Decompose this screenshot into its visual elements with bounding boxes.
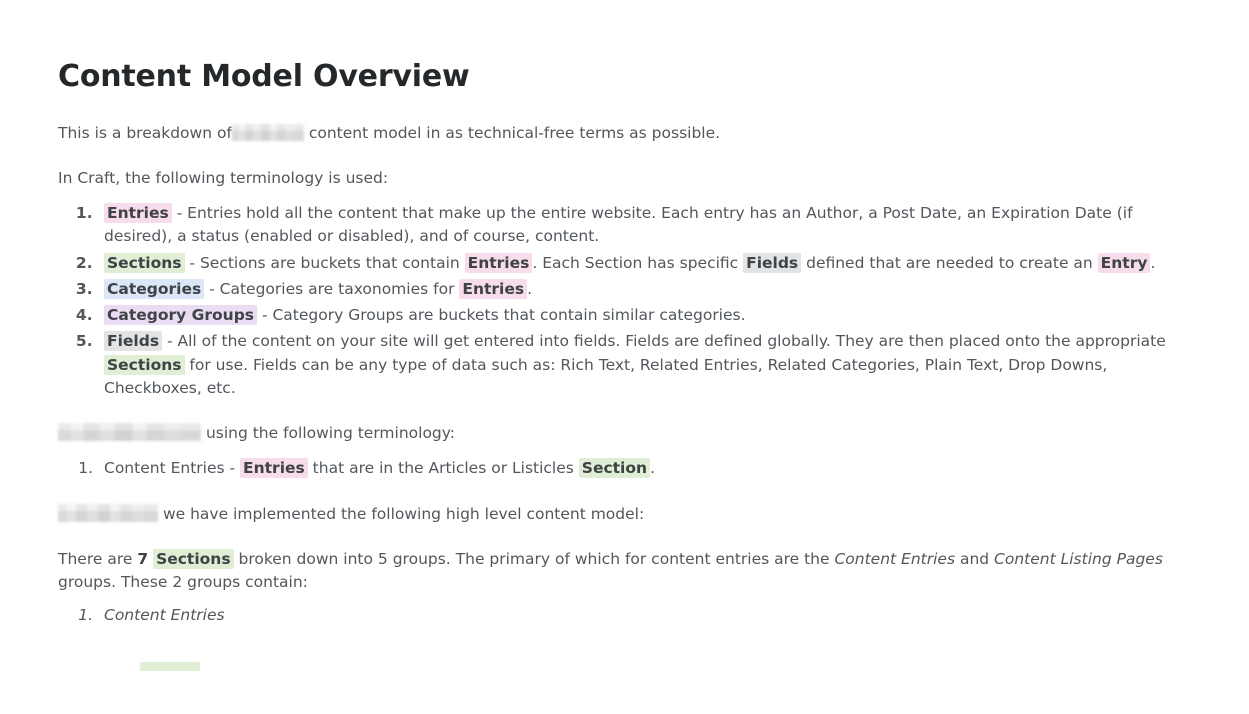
implementation-lead-in-text: we have implemented the following high l… <box>162 504 645 523</box>
site-terminology-lead-in-text: using the following terminology: <box>205 424 456 442</box>
inline-text: Content Entries - <box>104 459 241 478</box>
inline-highlight-entry: Entry <box>1097 252 1151 273</box>
terminology-term-sections: Sections <box>104 252 185 273</box>
document-page: Content Model Overview This is a breakdo… <box>0 0 1249 714</box>
inline-text: . <box>650 459 655 478</box>
group-name-content-listing-pages: Content Listing Pages <box>994 549 1163 568</box>
inline-highlight-entries: Entries <box>459 278 528 299</box>
page-title: Content Model Overview <box>58 59 470 94</box>
inline-text: . <box>1150 253 1156 272</box>
terminology-item: Category Groups - Category Groups are bu… <box>98 304 1205 327</box>
terminology-term-entries: Entries <box>104 203 172 223</box>
terminology-item: Fields - All of the content on your site… <box>98 330 1205 400</box>
terminology-term-fields: Fields <box>104 331 163 352</box>
redacted-block-site-name <box>58 423 201 441</box>
group-list-item: Content Entries <box>98 604 1205 627</box>
groups-list: Content Entries <box>58 604 1205 627</box>
inline-text: . <box>527 279 533 298</box>
terminology-item: Entries - Entries hold all the content t… <box>98 202 1205 249</box>
intro-text-after: content model in as technical-free terms… <box>308 123 721 142</box>
site-terminology-item: Content Entries - Entries that are in th… <box>98 457 1205 480</box>
inline-text: - Category Groups are buckets that conta… <box>257 306 746 324</box>
summary-part-2: broken down into 5 groups. The primary o… <box>233 549 835 568</box>
summary-part-4: groups. These 2 groups contain: <box>58 573 308 591</box>
inline-text: - Entries hold all the content that make… <box>104 204 1133 246</box>
inline-text: that are in the Articles or Listicles <box>307 459 579 478</box>
summary-part-1: There are <box>58 549 138 568</box>
inline-highlight-entries: Entries <box>240 458 308 479</box>
terminology-term-categories: Categories <box>104 278 205 299</box>
inline-text: - All of the content on your site will g… <box>162 332 1166 351</box>
inline-text: - Sections are buckets that contain <box>184 253 465 272</box>
site-terminology-lead-in: using the following terminology: <box>58 422 1205 445</box>
summary-part-3: and <box>955 549 995 568</box>
terminology-term-category-groups: Category Groups <box>104 305 258 325</box>
inline-highlight-section: Section <box>578 458 651 479</box>
site-terminology-list: Content Entries - Entries that are in th… <box>58 457 1205 480</box>
intro-paragraph: This is a breakdown of content model in … <box>58 122 1205 145</box>
inline-text: defined that are needed to create an <box>801 253 1098 272</box>
inline-text: . Each Section has specific <box>532 253 744 272</box>
craft-terminology-list: Entries - Entries hold all the content t… <box>58 202 1205 400</box>
implementation-lead-in: we have implemented the following high l… <box>58 503 1205 526</box>
redacted-block-org-name <box>231 123 304 141</box>
craft-terminology-lead-in: In Craft, the following terminology is u… <box>58 168 389 187</box>
inline-text: - Categories are taxonomies for <box>204 279 460 298</box>
sections-count: 7 <box>137 549 149 568</box>
inline-highlight-fields: Fields <box>743 252 802 273</box>
sections-term-highlight: Sections <box>153 548 234 569</box>
inline-text: for use. Fields can be any type of data … <box>104 355 1108 397</box>
group-name-content-entries: Content Entries <box>834 549 956 568</box>
terminology-item: Categories - Categories are taxonomies f… <box>98 278 1205 301</box>
intro-text-before: This is a breakdown of <box>58 123 232 142</box>
inline-highlight-entries: Entries <box>464 252 533 273</box>
terminology-item: Sections - Sections are buckets that con… <box>98 252 1205 275</box>
sections-summary-paragraph: There are 7 Sections broken down into 5 … <box>58 548 1205 595</box>
redacted-block-company-name <box>58 503 158 522</box>
cut-off-highlight-marker <box>140 662 200 671</box>
inline-highlight-sections: Sections <box>104 354 185 375</box>
